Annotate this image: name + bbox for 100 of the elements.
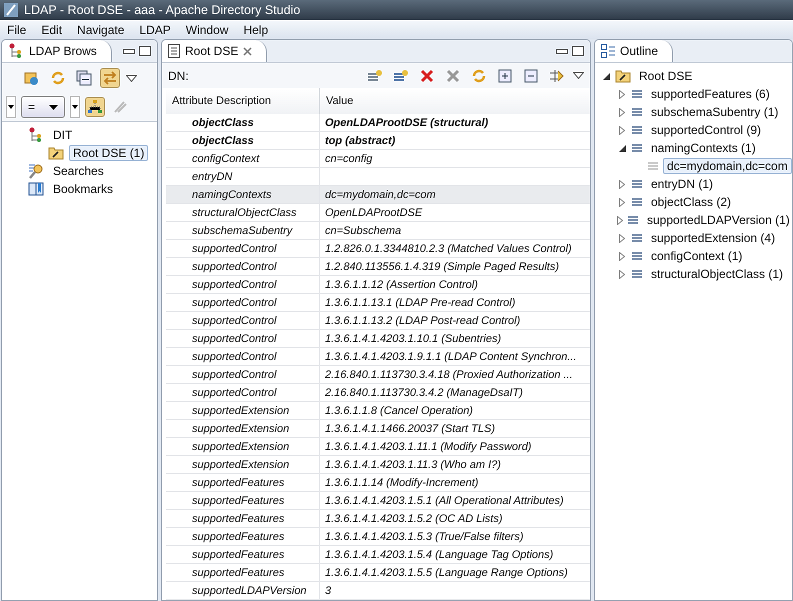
book-icon bbox=[28, 181, 44, 197]
value-cell: 1.2.826.0.1.3344810.2.3 (Matched Values Control) bbox=[320, 240, 590, 258]
value-cell: 2.16.840.1.113730.3.4.2 (ManageDsaIT) bbox=[320, 384, 590, 402]
outline-item[interactable]: supportedExtension (4) bbox=[647, 230, 780, 246]
list-icon bbox=[631, 268, 643, 280]
menu-item[interactable]: Navigate bbox=[70, 22, 132, 36]
attribute-cell: supportedLDAPVersion bbox=[166, 582, 320, 600]
outline-item[interactable]: configContext (1) bbox=[647, 248, 746, 264]
attribute-cell: supportedFeatures bbox=[166, 474, 320, 492]
attribute-cell: supportedControl bbox=[166, 240, 320, 258]
value-cell: OpenLDAProotDSE bbox=[320, 204, 590, 222]
value-cell: 1.3.6.1.4.1.1466.20037 (Start TLS) bbox=[320, 420, 590, 438]
tree-item[interactable]: Bookmarks bbox=[49, 181, 118, 197]
expand-icon[interactable] bbox=[617, 216, 623, 224]
menu-item[interactable]: File bbox=[0, 22, 34, 36]
attribute-cell: supportedFeatures bbox=[166, 492, 320, 510]
magnifier-icon bbox=[28, 163, 44, 179]
menu-item[interactable]: Window bbox=[178, 22, 236, 36]
value-cell: 1.3.6.1.4.1.4203.1.5.1 (All Operational Attributes) bbox=[320, 492, 590, 510]
attribute-cell: supportedFeatures bbox=[166, 528, 320, 546]
list-icon bbox=[627, 214, 639, 226]
list-icon bbox=[631, 232, 643, 244]
value-cell: 1.3.6.1.4.1.4203.1.5.5 (Language Range Options) bbox=[320, 564, 590, 582]
dropdown-icon[interactable] bbox=[70, 96, 80, 118]
expand-icon[interactable] bbox=[617, 90, 627, 98]
column-header[interactable]: Value bbox=[320, 88, 590, 114]
outline-item[interactable]: supportedLDAPVersion (1) bbox=[643, 212, 792, 228]
expand-icon[interactable] bbox=[617, 180, 627, 188]
value-cell: cn=Subschema bbox=[320, 222, 590, 240]
value-cell: 1.3.6.1.1.13.2 (LDAP Post-read Control) bbox=[320, 312, 590, 330]
operator-combo[interactable]: = bbox=[21, 96, 66, 118]
attribute-cell: namingContexts bbox=[166, 186, 320, 204]
value-cell: 1.3.6.1.4.1.4203.1.9.1.1 (LDAP Content Synchron... bbox=[320, 348, 590, 366]
dropdown-icon[interactable] bbox=[126, 74, 137, 82]
tree-icon bbox=[28, 127, 44, 143]
attribute-cell: supportedExtension bbox=[166, 402, 320, 420]
value-cell: OpenLDAProotDSE (structural) bbox=[320, 114, 590, 132]
list-icon bbox=[631, 106, 643, 118]
expand-icon[interactable] bbox=[617, 108, 627, 116]
attribute-cell: objectClass bbox=[166, 114, 320, 132]
expand-icon[interactable] bbox=[617, 270, 627, 278]
value-cell: 1.3.6.1.4.1.4203.1.5.4 (Language Tag Options) bbox=[320, 546, 590, 564]
outline-item[interactable]: objectClass (2) bbox=[647, 194, 736, 210]
attribute-cell: supportedControl bbox=[166, 348, 320, 366]
outline-item[interactable]: namingContexts (1) bbox=[647, 140, 760, 156]
collapse-icon[interactable] bbox=[617, 144, 627, 152]
expand-icon[interactable] bbox=[617, 126, 627, 134]
expand-icon[interactable] bbox=[617, 198, 627, 206]
value-cell: 1.3.6.1.4.1.4203.1.10.1 (Subentries) bbox=[320, 330, 590, 348]
folder-icon bbox=[615, 68, 631, 84]
attribute-cell: supportedControl bbox=[166, 258, 320, 276]
value-cell: dc=mydomain,dc=com bbox=[320, 186, 590, 204]
minimize-button[interactable] bbox=[556, 48, 568, 54]
hierarchy-button[interactable] bbox=[85, 97, 106, 117]
outline-item[interactable]: supportedControl (9) bbox=[647, 122, 766, 138]
tree-item[interactable]: DIT bbox=[49, 127, 76, 143]
attribute-cell: supportedExtension bbox=[166, 420, 320, 438]
tree-item[interactable]: Searches bbox=[49, 163, 108, 179]
value-cell: 1.3.6.1.4.1.4203.1.5.3 (True/False filters) bbox=[320, 528, 590, 546]
attribute-cell: supportedFeatures bbox=[166, 546, 320, 564]
value-cell: 1.3.6.1.1.8 (Cancel Operation) bbox=[320, 402, 590, 420]
menu-item[interactable]: Help bbox=[236, 22, 276, 36]
list-icon bbox=[631, 250, 643, 262]
menu-item[interactable]: Edit bbox=[34, 22, 70, 36]
column-header[interactable]: Attribute Description bbox=[166, 88, 320, 114]
outline-item[interactable]: entryDN (1) bbox=[647, 176, 718, 192]
outline-icon bbox=[601, 44, 615, 58]
window-title: LDAP - Root DSE - aaa - Apache Directory Studio bbox=[24, 3, 300, 17]
maximize-button[interactable] bbox=[139, 46, 151, 56]
outline-item[interactable]: supportedFeatures (6) bbox=[647, 86, 774, 102]
expand-icon[interactable] bbox=[617, 252, 627, 260]
tree-icon bbox=[8, 43, 24, 59]
outline-item[interactable]: structuralObjectClass (1) bbox=[647, 266, 788, 282]
attribute-cell: configContext bbox=[166, 150, 320, 168]
collapse-icon[interactable] bbox=[601, 72, 611, 80]
attribute-cell: supportedControl bbox=[166, 312, 320, 330]
attribute-cell: supportedControl bbox=[166, 366, 320, 384]
value-cell: 2.16.840.1.113730.3.4.18 (Proxied Authorization ... bbox=[320, 366, 590, 384]
tree-item[interactable]: Root DSE (1) bbox=[69, 145, 148, 161]
dropdown-icon[interactable] bbox=[6, 96, 16, 118]
collapse-all-button[interactable] bbox=[74, 68, 94, 88]
value-cell: 1.2.840.113556.1.4.319 (Simple Paged Results) bbox=[320, 258, 590, 276]
value-cell: 3 bbox=[320, 582, 590, 600]
outline-item[interactable]: Root DSE bbox=[635, 68, 696, 84]
outline-item[interactable]: subschemaSubentry (1) bbox=[647, 104, 782, 120]
list-icon bbox=[647, 160, 659, 172]
expand-icon[interactable] bbox=[617, 234, 627, 242]
close-icon[interactable] bbox=[243, 46, 252, 56]
value-cell: 1.3.6.1.4.1.4203.1.11.1 (Modify Password) bbox=[320, 438, 590, 456]
list-icon bbox=[631, 142, 643, 154]
value-cell: 1.3.6.1.1.13.1 (LDAP Pre-read Control) bbox=[320, 294, 590, 312]
maximize-button[interactable] bbox=[572, 46, 584, 56]
attribute-cell: supportedExtension bbox=[166, 438, 320, 456]
menu-item[interactable]: LDAP bbox=[132, 22, 179, 36]
minimize-button[interactable] bbox=[123, 48, 135, 54]
attribute-cell: supportedFeatures bbox=[166, 510, 320, 528]
list-icon bbox=[631, 196, 643, 208]
list-icon bbox=[631, 88, 643, 100]
dropdown-icon[interactable] bbox=[573, 72, 584, 79]
outline-item[interactable]: dc=mydomain,dc=com bbox=[663, 158, 792, 174]
